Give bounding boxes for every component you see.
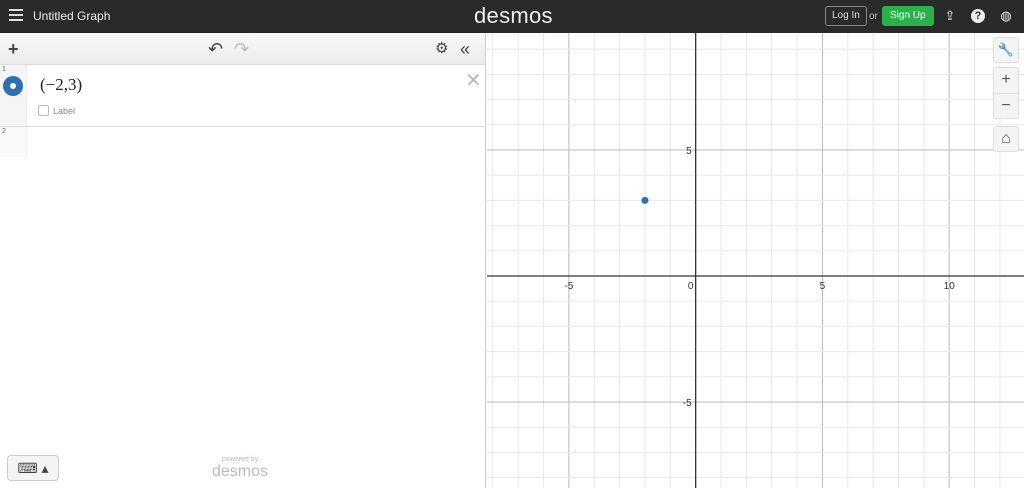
globe-icon[interactable]: ◍: [998, 8, 1014, 24]
x-tick-label: 5: [820, 281, 826, 292]
help-icon[interactable]: ?: [971, 9, 985, 23]
y-tick-label: -5: [683, 398, 692, 409]
add-expression-button[interactable]: +: [8, 39, 19, 59]
powered-by-desmos[interactable]: powered by desmos: [212, 456, 268, 481]
plotted-point: [641, 196, 649, 204]
expression-row-2[interactable]: 2: [0, 127, 485, 488]
or-text: or: [869, 11, 878, 22]
redo-button[interactable]: ↷: [234, 39, 249, 59]
zoom-in-button[interactable]: +: [993, 67, 1019, 93]
home-icon[interactable]: ⌂: [993, 126, 1019, 152]
share-icon[interactable]: ⇪: [942, 8, 958, 24]
x-tick-label: 0: [688, 281, 694, 292]
label-checkbox[interactable]: [38, 105, 49, 116]
undo-button[interactable]: ↶: [208, 39, 223, 59]
settings-icon[interactable]: ⚙: [435, 39, 448, 59]
label-text: Label: [53, 106, 76, 116]
x-tick-label: -5: [564, 281, 573, 292]
point-color-toggle[interactable]: [3, 76, 23, 96]
expression-toolbar: + ↶ ↷ ⚙ «: [0, 33, 485, 65]
menu-icon[interactable]: [9, 9, 23, 22]
graph-title[interactable]: Untitled Graph: [33, 9, 110, 23]
top-bar: Untitled Graph desmos Log In or Sign Up …: [0, 0, 1024, 33]
x-tick-label: 10: [944, 281, 956, 292]
signup-button[interactable]: Sign Up: [882, 6, 934, 26]
keyboard-toggle-button[interactable]: ⌨ ▴: [7, 455, 59, 481]
expression-panel: + ↶ ↷ ⚙ « 1 (−2,3) Label ✕ 2 ⌨ ▴ powered…: [0, 33, 486, 488]
expression-input[interactable]: (−2,3): [40, 75, 82, 95]
desmos-logo: desmos: [474, 3, 553, 28]
zoom-out-button[interactable]: −: [993, 93, 1019, 119]
wrench-icon[interactable]: 🔧: [993, 37, 1019, 63]
delete-expression-icon[interactable]: ✕: [465, 68, 482, 93]
login-button[interactable]: Log In: [825, 6, 867, 26]
collapse-panel-button[interactable]: «: [460, 39, 470, 59]
graph-canvas[interactable]: -5 0 5 10 5 -5: [487, 33, 1024, 488]
y-tick-label: 5: [686, 146, 692, 157]
